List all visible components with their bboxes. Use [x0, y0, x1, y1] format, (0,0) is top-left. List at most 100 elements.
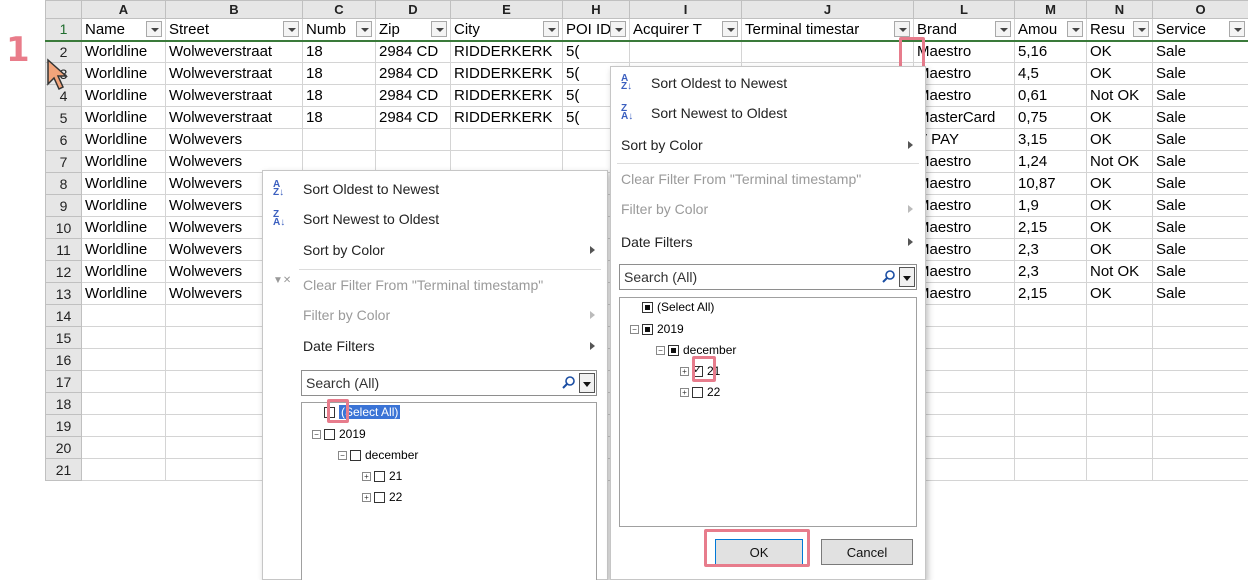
tree-day-22[interactable]: +22	[362, 488, 402, 506]
table-cell[interactable]: Maestro	[913, 40, 1015, 63]
table-cell[interactable]: 2,3	[1014, 260, 1087, 283]
table-cell[interactable]: 1,24	[1014, 150, 1087, 173]
search-dropdown-button[interactable]	[579, 373, 595, 393]
table-cell[interactable]: OK	[1086, 106, 1153, 129]
table-cell[interactable]: Sale	[1152, 194, 1248, 217]
table-cell[interactable]: 2,3	[1014, 238, 1087, 261]
header-cell[interactable]: Service	[1152, 18, 1248, 42]
table-cell[interactable]: Wolweverstraat	[165, 84, 303, 107]
table-cell[interactable]	[1014, 458, 1087, 481]
table-cell[interactable]: Sale	[1152, 40, 1248, 63]
expand-icon[interactable]: +	[362, 471, 371, 481]
column-header[interactable]: M	[1014, 0, 1087, 19]
table-cell[interactable]: 5,16	[1014, 40, 1087, 63]
table-cell[interactable]	[913, 370, 1015, 393]
table-cell[interactable]: Worldline	[81, 282, 166, 305]
filter-dropdown-icon[interactable]	[1229, 21, 1245, 38]
table-cell[interactable]: Not OK	[1086, 150, 1153, 173]
row-header[interactable]: 9	[45, 194, 82, 217]
table-cell[interactable]	[1086, 370, 1153, 393]
table-cell[interactable]: Worldline	[81, 84, 166, 107]
table-cell[interactable]	[1086, 392, 1153, 415]
table-cell[interactable]: OK	[1086, 238, 1153, 261]
table-cell[interactable]: RIDDERKERK	[450, 62, 563, 85]
select-all-corner[interactable]	[45, 0, 82, 19]
table-cell[interactable]	[1152, 414, 1248, 437]
filter-dropdown-icon[interactable]	[1067, 21, 1083, 38]
year-checkbox[interactable]	[642, 323, 653, 335]
table-cell[interactable]: Sale	[1152, 128, 1248, 151]
table-cell[interactable]	[81, 414, 166, 437]
table-cell[interactable]: Wolweverstraat	[165, 62, 303, 85]
sort-by-color-item[interactable]: Sort by Color	[263, 236, 607, 264]
table-cell[interactable]	[913, 348, 1015, 371]
year-checkbox[interactable]	[324, 428, 335, 440]
table-cell[interactable]	[1152, 304, 1248, 327]
filter-dropdown-icon[interactable]	[995, 21, 1011, 38]
table-cell[interactable]: Wolweverstraat	[165, 40, 303, 63]
table-cell[interactable]: V PAY	[913, 128, 1015, 151]
filter-dropdown-icon[interactable]	[431, 21, 447, 38]
tree-year-2019[interactable]: − 2019	[312, 425, 366, 443]
table-cell[interactable]	[1014, 436, 1087, 459]
collapse-icon[interactable]: −	[656, 345, 665, 355]
tree-year-2019[interactable]: − 2019	[630, 320, 684, 338]
row-header[interactable]: 10	[45, 216, 82, 239]
header-cell[interactable]: Acquirer T	[629, 18, 742, 42]
table-cell[interactable]: RIDDERKERK	[450, 106, 563, 129]
table-cell[interactable]: 0,75	[1014, 106, 1087, 129]
table-cell[interactable]: Worldline	[81, 194, 166, 217]
table-cell[interactable]	[913, 436, 1015, 459]
day-22-checkbox[interactable]	[692, 386, 703, 398]
table-cell[interactable]: Not OK	[1086, 260, 1153, 283]
table-cell[interactable]	[1086, 348, 1153, 371]
table-cell[interactable]: Wolwevers	[165, 128, 303, 151]
filter-dropdown-icon[interactable]	[356, 21, 372, 38]
table-cell[interactable]	[1086, 436, 1153, 459]
column-header[interactable]: L	[913, 0, 1015, 19]
table-cell[interactable]: 5(	[562, 40, 630, 63]
table-cell[interactable]	[913, 458, 1015, 481]
table-cell[interactable]: Maestro	[913, 172, 1015, 195]
header-cell[interactable]: Street	[165, 18, 303, 42]
table-cell[interactable]: Maestro	[913, 260, 1015, 283]
tree-day-22[interactable]: +22	[680, 383, 720, 401]
cancel-button[interactable]: Cancel	[821, 539, 913, 565]
column-header[interactable]: H	[562, 0, 630, 19]
table-cell[interactable]: Sale	[1152, 260, 1248, 283]
date-filters-item[interactable]: Date Filters	[611, 228, 925, 256]
row-header[interactable]: 15	[45, 326, 82, 349]
table-cell[interactable]: Sale	[1152, 150, 1248, 173]
table-cell[interactable]	[375, 128, 451, 151]
table-cell[interactable]: Sale	[1152, 238, 1248, 261]
table-cell[interactable]: 2984 CD	[375, 106, 451, 129]
row-header[interactable]: 21	[45, 458, 82, 481]
filter-dropdown-icon[interactable]	[894, 21, 910, 38]
table-cell[interactable]: OK	[1086, 172, 1153, 195]
table-cell[interactable]: Worldline	[81, 128, 166, 151]
row-header[interactable]: 13	[45, 282, 82, 305]
month-checkbox[interactable]	[350, 449, 361, 461]
search-input[interactable]: Search (All)	[619, 264, 917, 290]
table-cell[interactable]	[1152, 370, 1248, 393]
row-header[interactable]: 6	[45, 128, 82, 151]
table-cell[interactable]: 18	[302, 106, 376, 129]
table-cell[interactable]	[913, 304, 1015, 327]
expand-icon[interactable]: +	[680, 366, 689, 376]
table-cell[interactable]: 0,61	[1014, 84, 1087, 107]
row-header[interactable]: 7	[45, 150, 82, 173]
day-22-checkbox[interactable]	[374, 491, 385, 503]
month-checkbox[interactable]	[668, 344, 679, 356]
table-cell[interactable]	[913, 414, 1015, 437]
table-cell[interactable]: Worldline	[81, 260, 166, 283]
table-cell[interactable]	[1152, 326, 1248, 349]
table-cell[interactable]: Sale	[1152, 62, 1248, 85]
table-cell[interactable]	[1152, 458, 1248, 481]
table-cell[interactable]	[1152, 392, 1248, 415]
table-cell[interactable]: 2,15	[1014, 216, 1087, 239]
table-cell[interactable]: 18	[302, 84, 376, 107]
table-cell[interactable]: OK	[1086, 194, 1153, 217]
table-cell[interactable]: Maestro	[913, 282, 1015, 305]
table-cell[interactable]: Maestro	[913, 238, 1015, 261]
table-cell[interactable]: Maestro	[913, 194, 1015, 217]
